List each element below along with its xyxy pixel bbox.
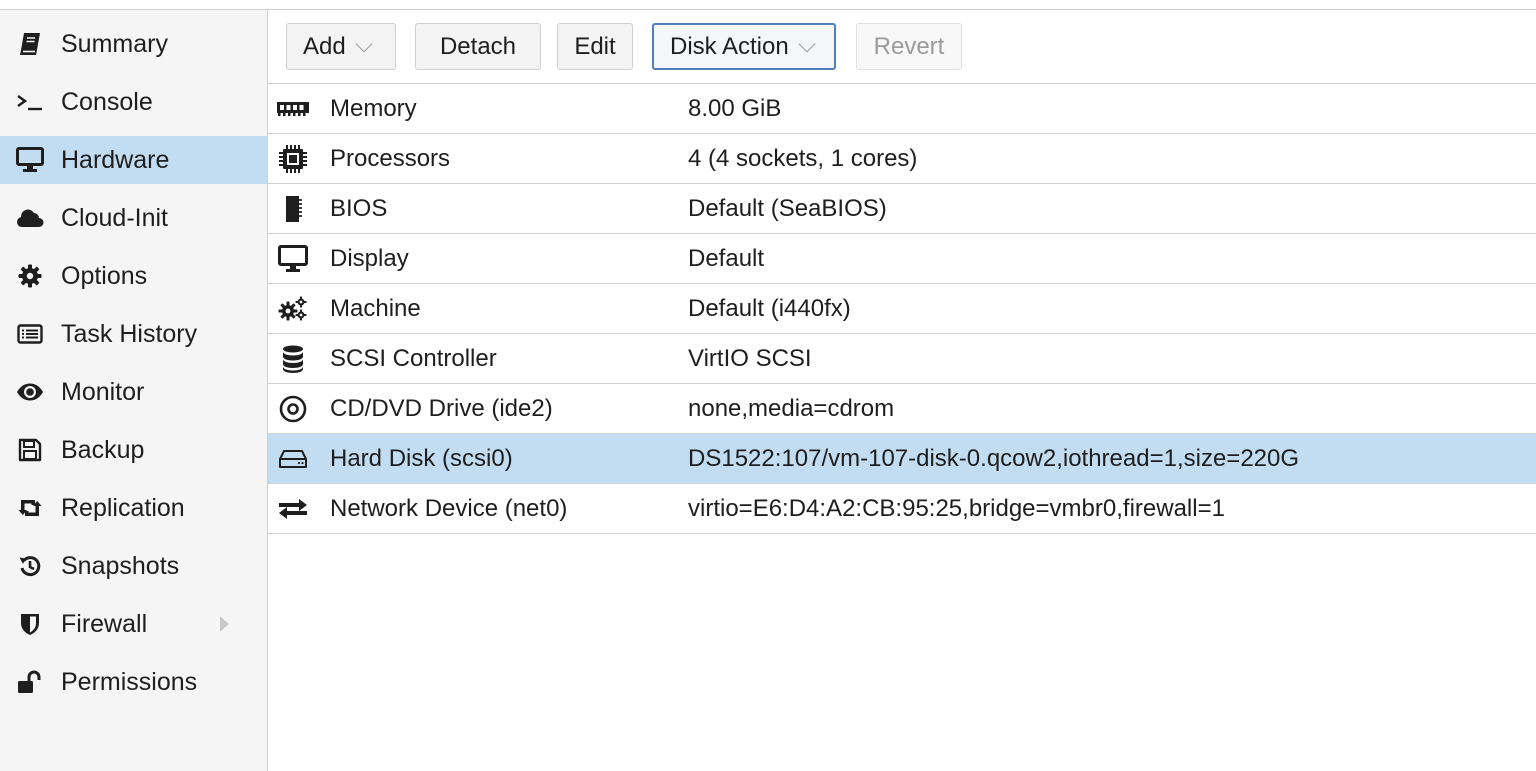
terminal-icon [16, 88, 44, 116]
sidebar-item-snapshots[interactable]: Snapshots [0, 542, 267, 590]
sidebar-item-backup[interactable]: Backup [0, 426, 267, 474]
sidebar-item-summary[interactable]: Summary [0, 20, 267, 68]
top-border [0, 0, 1536, 10]
sidebar-item-firewall[interactable]: Firewall [0, 600, 267, 648]
row-value: DS1522:107/vm-107-disk-0.qcow2,iothread=… [688, 445, 1300, 472]
row-name: CD/DVD Drive (ide2) [330, 395, 553, 422]
revert-button[interactable]: Revert [856, 23, 962, 70]
memory-icon [276, 92, 310, 126]
sidebar-item-label: Firewall [61, 609, 148, 638]
sidebar-item-label: Task History [61, 319, 198, 348]
table-row[interactable]: BIOS Default (SeaBIOS) [268, 184, 1536, 234]
history-icon [16, 552, 44, 580]
cdrom-icon [276, 392, 310, 426]
desktop-icon [16, 146, 44, 174]
row-name: BIOS [330, 195, 388, 222]
row-value: Default (i440fx) [688, 295, 851, 322]
book-icon [16, 30, 44, 58]
hdd-icon [276, 442, 310, 476]
add-button[interactable]: Add [286, 23, 396, 70]
cogs-icon [276, 292, 310, 326]
sidebar-item-label: Backup [61, 435, 145, 464]
table-row[interactable]: Processors 4 (4 sockets, 1 cores) [268, 134, 1536, 184]
shield-icon [16, 610, 44, 638]
chevron-down-icon [798, 35, 816, 52]
exchange-icon [276, 492, 310, 526]
sidebar-item-label: Monitor [61, 377, 145, 406]
row-value: Default [688, 245, 765, 272]
add-button-label: Add [303, 32, 346, 60]
bios-chip-icon [276, 192, 310, 226]
row-name: Memory [330, 95, 417, 122]
row-value: none,media=cdrom [688, 395, 895, 422]
sidebar-item-label: Summary [61, 29, 168, 58]
row-name: Display [330, 245, 409, 272]
expand-arrow-icon[interactable] [220, 616, 229, 632]
table-row[interactable]: Memory 8.00 GiB [268, 84, 1536, 134]
sidebar-item-monitor[interactable]: Monitor [0, 368, 267, 416]
hardware-grid: Memory 8.00 GiB Processors 4 (4 sockets,… [268, 84, 1536, 534]
disk-action-button-label: Disk Action [670, 32, 789, 60]
display-icon [276, 242, 310, 276]
floppy-icon [16, 436, 44, 464]
row-value: virtio=E6:D4:A2:CB:95:25,bridge=vmbr0,fi… [688, 495, 1225, 522]
retweet-icon [16, 494, 44, 522]
sidebar-item-permissions[interactable]: Permissions [0, 658, 267, 706]
sidebar-item-label: Console [61, 87, 153, 116]
eye-icon [16, 378, 44, 406]
edit-button-label: Edit [574, 32, 616, 60]
sidebar-item-label: Replication [61, 493, 185, 522]
chevron-down-icon [355, 35, 373, 52]
gear-icon [16, 262, 44, 290]
row-value: Default (SeaBIOS) [688, 195, 887, 222]
toolbar: Add Detach Edit Disk Action Revert [268, 10, 1536, 84]
database-icon [276, 342, 310, 376]
sidebar-item-console[interactable]: Console [0, 78, 267, 126]
table-row[interactable]: CD/DVD Drive (ide2) none,media=cdrom [268, 384, 1536, 434]
sidebar-item-label: Cloud-Init [61, 203, 168, 232]
row-value: 4 (4 sockets, 1 cores) [688, 145, 918, 172]
sidebar-item-options[interactable]: Options [0, 252, 267, 300]
table-row[interactable]: Network Device (net0) virtio=E6:D4:A2:CB… [268, 484, 1536, 534]
cpu-icon [276, 142, 310, 176]
table-row[interactable]: Hard Disk (scsi0) DS1522:107/vm-107-disk… [268, 434, 1536, 484]
detach-button[interactable]: Detach [415, 23, 541, 70]
revert-button-label: Revert [873, 32, 945, 60]
table-row[interactable]: Display Default [268, 234, 1536, 284]
sidebar-item-task-history[interactable]: Task History [0, 310, 267, 358]
detach-button-label: Detach [439, 32, 517, 60]
row-name: Hard Disk (scsi0) [330, 445, 513, 472]
list-icon [16, 320, 44, 348]
sidebar-item-cloud-init[interactable]: Cloud-Init [0, 194, 267, 242]
row-name: SCSI Controller [330, 345, 497, 372]
row-value: 8.00 GiB [688, 95, 782, 122]
sidebar-item-label: Permissions [61, 667, 198, 696]
sidebar-item-replication[interactable]: Replication [0, 484, 267, 532]
sidebar-nav: Summary Console Hardware Cloud-Init Opti… [0, 10, 268, 771]
disk-action-button[interactable]: Disk Action [652, 23, 836, 70]
sidebar-item-label: Snapshots [61, 551, 180, 580]
sidebar-item-hardware[interactable]: Hardware [0, 136, 267, 184]
sidebar-item-label: Options [61, 261, 148, 290]
row-name: Processors [330, 145, 451, 172]
edit-button[interactable]: Edit [557, 23, 633, 70]
sidebar-item-label: Hardware [61, 145, 170, 174]
table-row[interactable]: Machine Default (i440fx) [268, 284, 1536, 334]
hardware-panel: Add Detach Edit Disk Action Revert Memor… [268, 10, 1536, 771]
row-name: Network Device (net0) [330, 495, 568, 522]
cloud-icon [16, 204, 44, 232]
table-row[interactable]: SCSI Controller VirtIO SCSI [268, 334, 1536, 384]
unlock-icon [16, 668, 44, 696]
row-name: Machine [330, 295, 421, 322]
row-value: VirtIO SCSI [688, 345, 812, 372]
